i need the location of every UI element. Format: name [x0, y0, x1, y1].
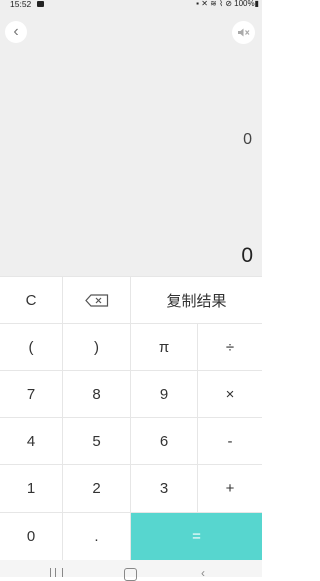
battery-icon: ▮	[254, 0, 259, 8]
divide-button[interactable]: ÷	[198, 324, 262, 371]
decimal-button[interactable]: .	[63, 513, 131, 560]
back-button[interactable]: ‹	[5, 21, 27, 43]
digit-2-button[interactable]: 2	[63, 465, 131, 512]
digit-3-button[interactable]: 3	[131, 465, 198, 512]
pi-button[interactable]: π	[131, 324, 198, 371]
multiply-button[interactable]: ×	[198, 371, 262, 418]
keypad-row-2: ( ) π ÷	[0, 323, 262, 371]
digit-9-button[interactable]: 9	[131, 371, 198, 418]
digit-1-button[interactable]: 1	[0, 465, 63, 512]
status-bar: 15:52 ▪ ✕ ≋ ⌇ ⊘ 100%▮	[0, 0, 262, 10]
expression-text: 0	[243, 131, 252, 148]
keypad: C 复制结果 ( ) π ÷ 7 8 9 × 4 5 6 - 1 2 3 + 0	[0, 276, 262, 560]
minus-button[interactable]: -	[198, 418, 262, 465]
sound-toggle-button[interactable]	[232, 21, 255, 44]
keypad-row-4: 4 5 6 -	[0, 417, 262, 465]
back-icon[interactable]: ‹	[201, 566, 205, 580]
battery-level: 100%	[234, 0, 255, 8]
digit-7-button[interactable]: 7	[0, 371, 63, 418]
status-right-icons: ▪ ✕ ≋ ⌇ ⊘ 100%▮	[196, 0, 259, 9]
digit-0-button[interactable]: 0	[0, 513, 63, 560]
clear-button[interactable]: C	[0, 277, 63, 324]
keypad-row-6: 0 . =	[0, 512, 262, 560]
copy-result-button[interactable]: 复制结果	[131, 277, 262, 324]
recent-apps-icon[interactable]	[50, 568, 63, 577]
backspace-icon	[84, 294, 108, 307]
digit-6-button[interactable]: 6	[131, 418, 198, 465]
chevron-left-icon: ‹	[13, 23, 19, 40]
digit-5-button[interactable]: 5	[63, 418, 131, 465]
system-nav-bar: ‹	[0, 560, 262, 581]
gallery-notification-icon	[37, 1, 44, 7]
speaker-muted-icon	[238, 28, 250, 37]
home-icon[interactable]	[124, 568, 137, 581]
close-paren-button[interactable]: )	[63, 324, 131, 371]
open-paren-button[interactable]: (	[0, 324, 63, 371]
keypad-row-1: C 复制结果	[0, 276, 262, 324]
keypad-row-5: 1 2 3 +	[0, 464, 262, 512]
equals-button[interactable]: =	[131, 513, 262, 560]
result-text: 0	[241, 244, 253, 267]
keypad-row-3: 7 8 9 ×	[0, 370, 262, 418]
calculator-display: ‹ 0 0	[0, 10, 262, 276]
status-indicators-icon: ▪ ✕ ≋ ⌇ ⊘	[196, 0, 235, 8]
digit-4-button[interactable]: 4	[0, 418, 63, 465]
backspace-button[interactable]	[63, 277, 131, 324]
status-time: 15:52	[10, 0, 32, 9]
plus-button[interactable]: +	[198, 465, 262, 512]
digit-8-button[interactable]: 8	[63, 371, 131, 418]
